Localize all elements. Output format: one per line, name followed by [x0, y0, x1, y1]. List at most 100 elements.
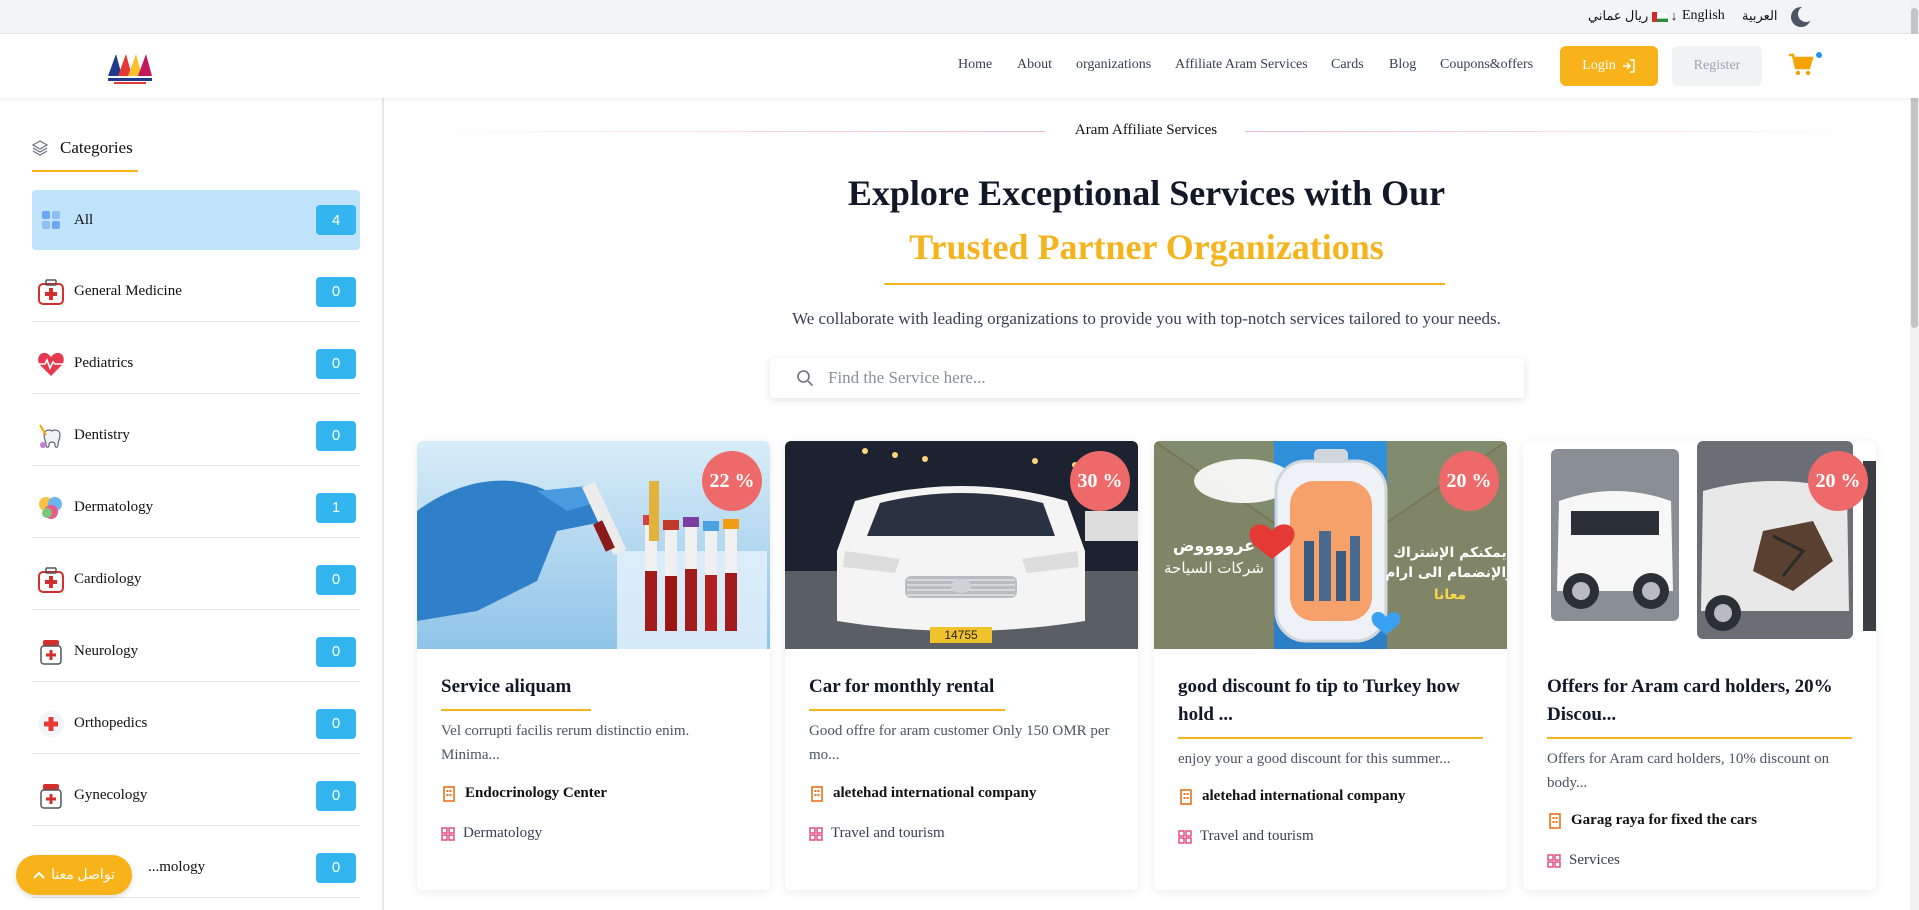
- moon-icon[interactable]: [1790, 6, 1812, 28]
- categories-title: Categories: [60, 138, 133, 157]
- category-item-pediatrics[interactable]: Pediatrics 0: [32, 334, 360, 394]
- cart-icon[interactable]: [1788, 52, 1814, 78]
- category-grid-icon: [441, 826, 455, 841]
- layers-icon: [32, 140, 48, 156]
- category-label: Dentistry: [74, 427, 130, 443]
- nav-coupons-offers[interactable]: Coupons&offers: [1440, 57, 1533, 73]
- login-button[interactable]: Login: [1560, 46, 1658, 86]
- search-input[interactable]: [828, 368, 1478, 388]
- medical-kit-icon: [34, 275, 68, 309]
- service-card[interactable]: 20 % Offers for Aram card holders, 20% D…: [1523, 441, 1876, 890]
- category-name: Travel and tourism: [831, 825, 945, 841]
- card-title: good discount fo tip to Turkey how hold …: [1178, 676, 1460, 725]
- category-item-cardiology[interactable]: Cardiology 0: [32, 550, 360, 610]
- top-utility-bar: ريال عماني ↓ English العربية: [0, 0, 1919, 34]
- discount-badge: 20 %: [1808, 451, 1868, 511]
- service-image-damaged-cars: 20 %: [1523, 441, 1876, 649]
- discount-badge: 20 %: [1439, 451, 1499, 511]
- medicine-jar-icon: [34, 635, 68, 669]
- service-search-box: [770, 358, 1524, 398]
- building-icon: [811, 785, 823, 802]
- card-organization[interactable]: Endocrinology Center: [441, 785, 607, 802]
- card-category: Services: [1547, 852, 1620, 869]
- category-item-dentistry[interactable]: Dentistry 0: [32, 406, 360, 466]
- heart-pulse-icon: [34, 347, 68, 381]
- category-count-badge: 0: [316, 780, 356, 811]
- category-grid-icon: [1547, 853, 1561, 868]
- category-grid-icon: [809, 826, 823, 841]
- service-card[interactable]: 22 % Service aliquam Vel corrupti facili…: [417, 441, 770, 890]
- red-cross-icon: [34, 707, 68, 741]
- building-icon: [443, 785, 455, 802]
- nav-home[interactable]: Home: [958, 57, 992, 73]
- promo-text: شركات السياحة: [1164, 559, 1264, 577]
- nav-cards[interactable]: Cards: [1331, 57, 1364, 73]
- category-count-badge: 0: [316, 636, 356, 667]
- category-label: Cardiology: [74, 571, 142, 587]
- promo-text: معانا: [1434, 587, 1466, 603]
- category-item-gynecology[interactable]: Gynecology 0: [32, 766, 360, 826]
- contact-us-button[interactable]: تواصل معنا: [16, 855, 132, 895]
- card-title: Offers for Aram card holders, 20% Discou…: [1547, 676, 1833, 725]
- medicine-jar-icon: [34, 779, 68, 813]
- service-card[interactable]: 14755 30 % Car for monthly rental Good o…: [785, 441, 1138, 890]
- category-count-badge: 0: [316, 708, 356, 739]
- card-organization[interactable]: aletehad international company: [1178, 788, 1405, 805]
- chevron-up-icon: [33, 871, 45, 879]
- lang-english[interactable]: English: [1682, 8, 1725, 24]
- category-item-all[interactable]: All 4: [32, 190, 360, 250]
- section-divider-left: [420, 131, 1045, 132]
- category-item-general-medicine[interactable]: General Medicine 0: [32, 262, 360, 322]
- nav-about[interactable]: About: [1017, 57, 1052, 73]
- grid-icon: [34, 203, 68, 237]
- card-title-underline: [1547, 737, 1852, 739]
- nav-affiliate-services[interactable]: Affiliate Aram Services: [1175, 57, 1308, 73]
- card-description: enjoy your a good discount for this summ…: [1178, 751, 1451, 767]
- card-organization[interactable]: aletehad international company: [809, 785, 1036, 802]
- license-plate-number: 14755: [944, 628, 978, 642]
- register-button[interactable]: Register: [1672, 46, 1762, 86]
- category-count-badge: 1: [316, 492, 356, 523]
- pills-icon: [34, 491, 68, 525]
- search-icon: [797, 370, 814, 387]
- category-label: ...mology: [148, 859, 206, 875]
- login-label: Login: [1582, 58, 1616, 73]
- category-count-badge: 0: [316, 276, 356, 307]
- currency-selector[interactable]: ريال عماني ↓: [1588, 8, 1677, 24]
- organization-name: aletehad international company: [1202, 788, 1406, 804]
- category-label: Orthopedics: [74, 715, 148, 731]
- category-item-dermatology[interactable]: Dermatology 1: [32, 478, 360, 538]
- category-label: Neurology: [74, 643, 139, 659]
- card-description: Good offre for aram customer Only 150 OM…: [809, 723, 1110, 763]
- card-title-underline: [809, 709, 1005, 711]
- nav-organizations[interactable]: organizations: [1076, 57, 1151, 73]
- category-count-badge: 0: [316, 348, 356, 379]
- lang-arabic[interactable]: العربية: [1742, 8, 1778, 24]
- category-item-orthopedics[interactable]: Orthopedics 0: [32, 694, 360, 754]
- discount-badge: 22 %: [702, 451, 762, 511]
- promo-text: والإنضمام الى ارام: [1385, 565, 1507, 581]
- dental-tools-icon: [34, 419, 68, 453]
- categories-header: Categories: [32, 138, 133, 158]
- service-card[interactable]: عرووووض شركات السياحة يمكنكم الإشتراك وا…: [1154, 441, 1507, 890]
- service-image-turkey-promo: عرووووض شركات السياحة يمكنكم الإشتراك وا…: [1154, 441, 1507, 649]
- card-title-underline: [1178, 737, 1483, 739]
- nav-blog[interactable]: Blog: [1389, 57, 1416, 73]
- organization-name: Endocrinology Center: [465, 785, 608, 801]
- category-label: Gynecology: [74, 787, 148, 803]
- category-count-badge: 4: [316, 205, 356, 235]
- card-title: Service aliquam: [441, 676, 572, 697]
- cart-notification-dot: [1816, 52, 1822, 58]
- card-organization[interactable]: Garag raya for fixed the cars: [1547, 812, 1757, 829]
- section-label: Aram Affiliate Services: [1074, 122, 1218, 138]
- arrow-down-icon: ↓: [1670, 8, 1678, 23]
- category-label: Dermatology: [74, 499, 154, 515]
- oman-flag-icon: [1651, 11, 1668, 23]
- category-item-neurology[interactable]: Neurology 0: [32, 622, 360, 682]
- promo-text: يمكنكم الإشتراك: [1393, 545, 1507, 561]
- section-divider-right: [1245, 131, 1875, 132]
- card-title-underline: [441, 709, 591, 711]
- aram-logo[interactable]: [106, 50, 154, 86]
- service-image-blood-tubes: 22 %: [417, 441, 770, 649]
- page-title: Explore Exceptional Services with Our: [847, 173, 1446, 213]
